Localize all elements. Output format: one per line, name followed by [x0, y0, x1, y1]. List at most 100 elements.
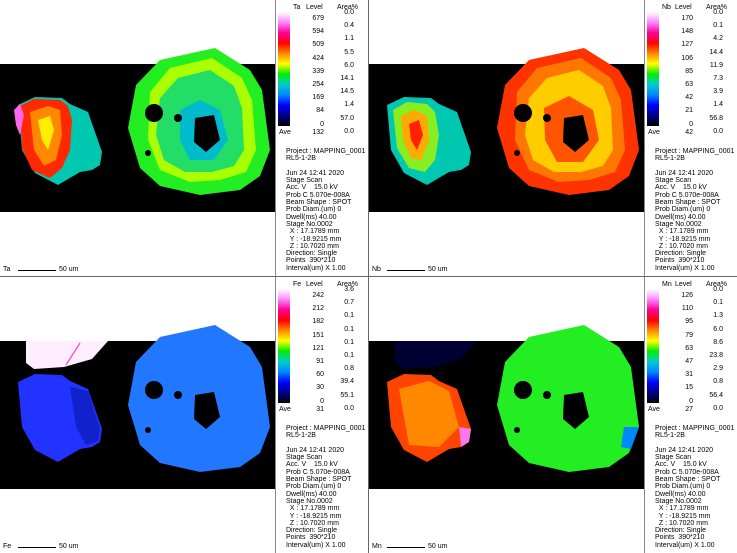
- scale-bar: Fe 50 um: [3, 543, 78, 551]
- area-value: 8.6: [713, 338, 723, 346]
- level-value: 169: [312, 94, 324, 102]
- ave-value: 31: [316, 406, 324, 413]
- area-value: 56.4: [709, 391, 723, 399]
- color-scale-bar: [278, 12, 290, 126]
- info-line: Jun 24 12:41 2020: [286, 446, 344, 454]
- scale-line: [18, 547, 56, 548]
- acquisition-info: Project : MAPPING_0001 RL5-1-2B Jun 24 12:…: [655, 425, 734, 549]
- info-line: Stage Scan: [655, 177, 692, 185]
- info-line: Direction: Single: [655, 527, 706, 535]
- element-map-image: Nb 50 um: [369, 0, 644, 276]
- area-value: 0.8: [344, 365, 354, 373]
- level-value: 95: [685, 318, 693, 326]
- acquisition-info: Project : MAPPING_0001 RL5-1-2B Jun 24 12:…: [286, 148, 365, 272]
- level-value: 30: [316, 384, 324, 392]
- info-line: Dwell(ms) 40.00: [655, 490, 706, 498]
- area-value: 7.3: [713, 75, 723, 82]
- level-value: 0: [689, 120, 693, 128]
- level-header: Level: [675, 4, 692, 11]
- area-value: 1.1: [344, 35, 354, 43]
- info-line: Dwell(ms) 40.00: [286, 490, 337, 498]
- area-value: 56.8: [709, 114, 723, 122]
- area-value: 3.6: [344, 286, 354, 293]
- info-line: Prob C 5.070e-008A: [286, 191, 350, 199]
- level-value: 15: [685, 384, 693, 392]
- level-value: 182: [312, 318, 324, 326]
- level-value: 594: [312, 28, 324, 36]
- info-line: Z : 10.7020 mm: [286, 242, 339, 250]
- info-line: X : 17.1789 mm: [286, 228, 340, 236]
- info-line: Points 390*210: [655, 534, 705, 542]
- level-value: 151: [312, 331, 324, 339]
- info-line: Stage No.0002: [655, 220, 702, 228]
- area-value: 3.9: [713, 88, 723, 96]
- info-line: Prob Diam.(um) 0: [286, 483, 342, 491]
- area-value: 0.1: [713, 22, 723, 30]
- info-line: Dwell(ms) 40.00: [286, 213, 337, 221]
- info-line: RL5-1-2B: [286, 155, 316, 163]
- info-line: Acc. V 15.0 kV: [655, 461, 707, 469]
- info-line: Stage No.0002: [286, 497, 333, 505]
- info-line: Y : -18.9215 mm: [286, 512, 342, 520]
- info-line: [286, 440, 365, 447]
- scale-label: 50 um: [59, 266, 79, 273]
- map-panel-nb: Nb 50 um Nb Level Area% 170 148 127 106 85 63 42 21 0…: [369, 0, 737, 276]
- info-line: Jun 24 12:41 2020: [286, 169, 344, 177]
- element-map-image: Fe 50 um: [0, 277, 275, 553]
- scale-line: [387, 547, 425, 548]
- info-line: RL5-1-2B: [286, 432, 316, 440]
- area-value: 6.0: [713, 325, 723, 333]
- info-line: Beam Shape : SPOT: [655, 476, 721, 484]
- info-line: Interval(um) X 1.00: [286, 264, 346, 272]
- level-value: 170: [681, 15, 693, 22]
- level-value: 63: [685, 344, 693, 352]
- area-value: 14.4: [709, 48, 723, 56]
- level-value: 254: [312, 81, 324, 88]
- info-line: Stage Scan: [286, 177, 323, 185]
- legend-panel: Mn Level Area% 126 110 95 79 63 47 31 15 0 0.0 0.1 1.3…: [644, 277, 737, 553]
- info-line: Jun 24 12:41 2020: [655, 169, 713, 177]
- level-value: 21: [685, 107, 693, 115]
- info-line: Prob C 5.070e-008A: [286, 468, 350, 476]
- info-line: Y : -18.9215 mm: [655, 235, 711, 243]
- scale-line: [387, 270, 425, 271]
- info-line: Prob Diam.(um) 0: [286, 206, 342, 214]
- area-value: 1.4: [344, 101, 354, 109]
- info-line: Y : -18.9215 mm: [286, 235, 342, 243]
- level-header: Level: [306, 4, 323, 11]
- info-line: X : 17.1789 mm: [655, 505, 709, 513]
- level-value: 148: [681, 28, 693, 36]
- scale-label: 50 um: [428, 543, 448, 550]
- area-value: 0.0: [344, 127, 354, 135]
- acquisition-info: Project : MAPPING_0001 RL5-1-2B Jun 24 12:…: [286, 425, 365, 549]
- info-line: Acc. V 15.0 kV: [286, 461, 338, 469]
- info-line: Y : -18.9215 mm: [655, 512, 711, 520]
- scale-element-label: Ta: [3, 266, 11, 273]
- level-value: 85: [685, 67, 693, 75]
- info-line: Acc. V 15.0 kV: [655, 184, 707, 192]
- info-line: X : 17.1789 mm: [286, 505, 340, 513]
- info-line: Dwell(ms) 40.00: [655, 213, 706, 221]
- area-value: 2.9: [713, 365, 723, 373]
- scale-bar: Mn 50 um: [372, 543, 447, 551]
- info-line: X : 17.1789 mm: [655, 228, 709, 236]
- info-line: Z : 10.7020 mm: [286, 519, 339, 527]
- map-panel-ta: Ta 50 um Ta Level Area% 679 594 509 424 339 254 169…: [0, 0, 368, 276]
- info-line: Stage No.0002: [286, 220, 333, 228]
- area-value: 0.7: [344, 299, 354, 307]
- info-line: RL5-1-2B: [655, 155, 685, 163]
- area-value: 1.4: [713, 101, 723, 109]
- level-value: 126: [681, 292, 693, 299]
- info-line: Stage No.0002: [655, 497, 702, 505]
- area-value: 0.1: [344, 312, 354, 320]
- level-value: 127: [681, 41, 693, 49]
- acquisition-info: Project : MAPPING_0001 RL5-1-2B Jun 24 12:…: [655, 148, 734, 272]
- info-line: Project : MAPPING_0001: [286, 425, 366, 432]
- color-scale-bar: [647, 289, 659, 403]
- info-line: Beam Shape : SPOT: [655, 199, 721, 207]
- scale-element-label: Mn: [372, 543, 382, 550]
- element-label: Fe: [293, 281, 302, 288]
- info-line: Interval(um) X 1.00: [655, 264, 715, 272]
- info-line: Project : MAPPING_0001: [655, 148, 735, 155]
- level-value: 47: [685, 358, 693, 365]
